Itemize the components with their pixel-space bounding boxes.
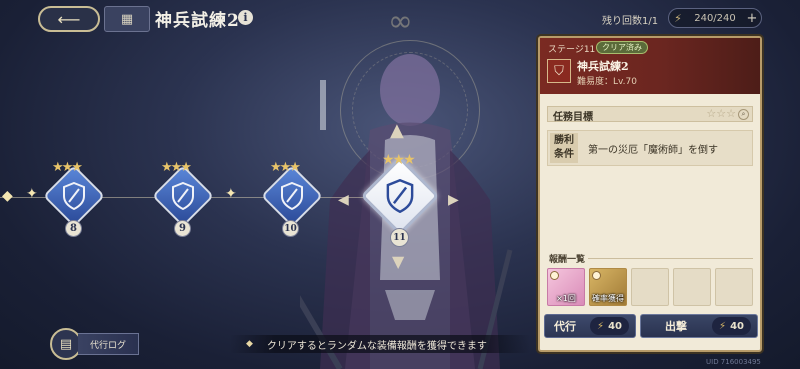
stamina-value: 240/240 [694, 12, 736, 24]
stage-node-8[interactable]: ★★★ 8 [42, 160, 106, 237]
delegate-button[interactable]: 代行 ⚡ 40 [544, 314, 636, 338]
victory-condition: 勝利条件 第一の災厄「魔術師」を倒す [547, 130, 753, 166]
reward-slot-empty [631, 268, 669, 306]
shield-sword-icon [386, 179, 414, 213]
attack-label: 出撃 [665, 320, 687, 333]
home-button[interactable]: ▦ [104, 6, 150, 32]
shield-sword-icon [63, 182, 85, 210]
difficulty-level: 難易度：Lv.70 [577, 77, 637, 87]
arrow-up-marker-icon: ▲ [390, 120, 404, 141]
stage-stars: ★★★ [382, 152, 416, 168]
stage-label: ステージ11 [548, 45, 596, 55]
user-id: UID 716003495 [706, 358, 761, 366]
sparkle-icon: ✦ [225, 186, 237, 202]
attack-button[interactable]: 出撃 ⚡ 40 [640, 314, 758, 338]
stage-number-badge: 8 [65, 220, 82, 237]
remaining-attempts: 残り回数1/1 [602, 16, 659, 27]
magnifier-icon[interactable]: ⌕ [738, 109, 749, 120]
stage-number-badge: 11 [390, 228, 409, 247]
delegate-cost: ⚡ 40 [590, 317, 629, 335]
stage-node-11-selected[interactable]: ★★★ 11 [360, 152, 440, 247]
home-grid-icon: ▦ [120, 11, 134, 27]
stage-stars: ★★★ [270, 160, 301, 175]
mission-objective-bar: 任務目標 ☆☆☆ ⌕ [547, 106, 753, 123]
lightning-icon: ⚡ [719, 320, 727, 332]
mission-title: 任務目標 [553, 112, 593, 123]
sparkle-icon: ◆ [2, 188, 13, 204]
stage-node-9[interactable]: ★★★ 9 [151, 160, 215, 237]
stamina-display: ⚡ 240/240 + [668, 8, 762, 28]
arrow-down-marker-icon: ▼ [392, 252, 405, 271]
delegate-log-label: 代行ログ [78, 333, 140, 355]
add-stamina-button[interactable]: + [743, 11, 761, 26]
shield-sword-icon [281, 182, 303, 210]
condition-text: 第一の災厄「魔術師」を倒す [588, 145, 718, 156]
diamond-bullet-icon: ◆ [246, 339, 253, 349]
condition-label: 勝利条件 [550, 133, 578, 163]
reward-slot-empty [715, 268, 753, 306]
arrow-left-marker-icon: ◀ [338, 192, 349, 208]
page-title: 神兵試練2 [155, 11, 240, 31]
stage-stars: ★★★ [161, 160, 192, 175]
mission-stars: ☆☆☆ [706, 107, 736, 120]
stage-node-10[interactable]: ★★★ 10 [260, 160, 324, 237]
stage-number-badge: 9 [174, 220, 191, 237]
delegate-log-button[interactable]: ▤ 代行ログ [50, 328, 140, 360]
arrow-right-marker-icon: ▶ [448, 192, 459, 208]
sparkle-icon: ✦ [26, 186, 38, 202]
back-arrow-icon: ⟵ [57, 9, 81, 29]
reward-badge-icon [550, 271, 559, 280]
back-button[interactable]: ⟵ [38, 6, 100, 32]
stage-stars: ★★★ [52, 160, 83, 175]
reward-item[interactable]: ×1回 [547, 268, 585, 306]
hint-text: クリアするとランダムな装備報酬を獲得できます [266, 340, 487, 352]
panel-header: ステージ11 クリア済み ⛉ 神兵試練2 難易度：Lv.70 [540, 38, 760, 94]
rewards-title: 報酬一覧 [549, 255, 586, 265]
delegate-label: 代行 [554, 320, 576, 333]
stage-name: 神兵試練2 [577, 60, 629, 73]
clear-status-badge: クリア済み [596, 41, 648, 54]
divider [588, 258, 753, 259]
attack-cost: ⚡ 40 [712, 317, 751, 335]
shield-sword-icon [172, 182, 194, 210]
hint-bar: ◆ クリアするとランダムな装備報酬を獲得できます [230, 335, 530, 353]
stage-number-badge: 10 [282, 220, 299, 237]
reward-slot-empty [673, 268, 711, 306]
reward-item[interactable]: 確率獲得 [589, 268, 627, 306]
stage-detail-panel: ステージ11 クリア済み ⛉ 神兵試練2 難易度：Lv.70 任務目標 ☆☆☆ … [538, 36, 762, 352]
info-icon[interactable]: i [238, 10, 253, 25]
stage-shield-icon: ⛉ [547, 59, 571, 83]
lightning-icon: ⚡ [597, 320, 605, 332]
lightning-icon: ⚡ [674, 11, 682, 25]
reward-badge-icon [592, 271, 601, 280]
